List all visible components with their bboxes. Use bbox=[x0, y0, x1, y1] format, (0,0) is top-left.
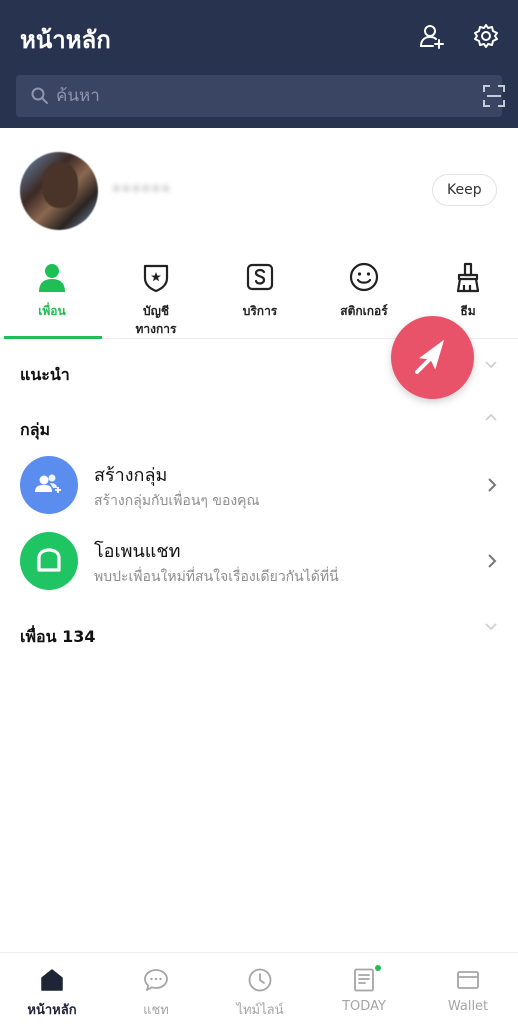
add-friend-icon[interactable] bbox=[418, 22, 446, 50]
nav-today[interactable]: TODAY bbox=[312, 953, 416, 1024]
nav-chat[interactable]: แชท bbox=[104, 953, 208, 1024]
tab-friends[interactable]: เพื่อน bbox=[0, 255, 104, 339]
list-item-create-group[interactable]: สร้างกลุ่ม สร้างกลุ่มกับเพื่อนๆ ของคุณ bbox=[0, 450, 518, 520]
nav-today-label: TODAY bbox=[342, 999, 386, 1014]
nav-wallet-label: Wallet bbox=[447, 999, 489, 1014]
chevron-down-icon[interactable] bbox=[484, 622, 498, 632]
chevron-right-icon bbox=[488, 554, 497, 568]
brush-icon bbox=[456, 262, 480, 293]
nav-wallet[interactable]: Wallet bbox=[416, 953, 518, 1024]
notification-dot bbox=[375, 965, 381, 971]
active-tab-indicator bbox=[4, 336, 102, 339]
home-icon bbox=[41, 969, 63, 991]
nav-timeline[interactable]: ไทม์ไลน์ bbox=[208, 953, 312, 1024]
nav-home-label: หน้าหลัก bbox=[27, 1003, 77, 1018]
news-icon bbox=[354, 968, 374, 992]
floating-action-button[interactable] bbox=[391, 316, 474, 399]
page-title: หน้าหลัก bbox=[20, 26, 111, 54]
tab-services-label: บริการ bbox=[242, 304, 278, 318]
smiley-icon bbox=[349, 262, 379, 292]
tab-friends-label: เพื่อน bbox=[38, 304, 66, 318]
chat-icon bbox=[144, 969, 168, 991]
tab-official-accounts[interactable]: บัญชี ทางการ bbox=[104, 255, 208, 339]
tab-stickers[interactable]: สติกเกอร์ bbox=[312, 255, 416, 339]
wallet-icon bbox=[457, 971, 479, 989]
create-group-title: สร้างกลุ่ม bbox=[94, 465, 168, 486]
openchat-title: โอเพนแชท bbox=[94, 541, 181, 562]
list-item-openchat[interactable]: โอเพนแชท พบปะเพื่อนใหม่ที่สนใจเรื่องเดีย… bbox=[0, 526, 518, 596]
create-group-icon bbox=[20, 456, 78, 514]
openchat-subtitle: พบปะเพื่อนใหม่ที่สนใจเรื่องเดียวกันได้ที… bbox=[94, 569, 339, 585]
tab-services[interactable]: บริการ bbox=[208, 255, 312, 339]
tab-official-accounts-label: บัญชี ทางการ bbox=[135, 304, 177, 336]
profile-name: •••••• bbox=[112, 180, 172, 198]
qr-scan-icon[interactable] bbox=[482, 84, 506, 108]
section-friends[interactable]: เพื่อน 134 bbox=[20, 625, 96, 650]
create-group-subtitle: สร้างกลุ่มกับเพื่อนๆ ของคุณ bbox=[94, 493, 260, 509]
openchat-icon bbox=[20, 532, 78, 590]
chevron-down-icon[interactable] bbox=[484, 360, 498, 370]
section-groups[interactable]: กลุ่ม bbox=[20, 418, 50, 443]
avatar[interactable] bbox=[20, 152, 98, 230]
bottom-nav: หน้าหลัก แชท ไทม์ไลน์ TODAY Wallet bbox=[0, 952, 518, 1024]
search-icon bbox=[31, 87, 48, 104]
service-s-icon bbox=[246, 263, 274, 291]
arrow-cursor-icon bbox=[415, 339, 445, 374]
search-input[interactable] bbox=[56, 83, 456, 109]
person-icon bbox=[39, 264, 65, 292]
nav-home[interactable]: หน้าหลัก bbox=[0, 953, 104, 1024]
section-recommended[interactable]: แนะนำ bbox=[20, 363, 70, 388]
chevron-up-icon[interactable] bbox=[484, 412, 498, 422]
search-bar[interactable] bbox=[16, 75, 505, 117]
nav-chat-label: แชท bbox=[143, 1003, 169, 1018]
keep-button[interactable]: Keep bbox=[432, 174, 497, 206]
tab-stickers-label: สติกเกอร์ bbox=[340, 304, 388, 318]
my-profile[interactable]: •••••• Keep bbox=[0, 128, 518, 240]
nav-timeline-label: ไทม์ไลน์ bbox=[236, 1003, 284, 1018]
app-header: หน้าหลัก bbox=[0, 0, 518, 128]
official-badge-icon bbox=[143, 264, 169, 293]
chevron-right-icon bbox=[488, 478, 497, 492]
gear-icon[interactable] bbox=[472, 22, 500, 50]
clock-icon bbox=[248, 968, 272, 992]
